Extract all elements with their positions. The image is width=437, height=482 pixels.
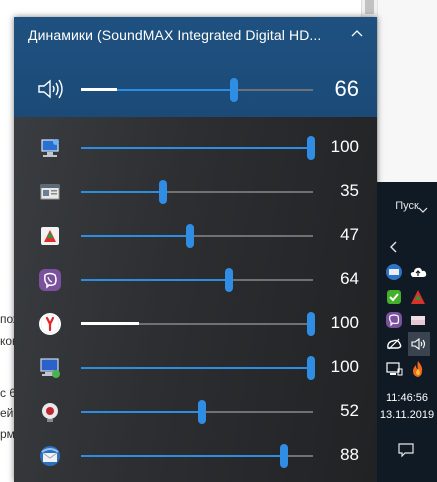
device-name: Динамики (SoundMAX Integrated Digital HD… <box>28 27 322 43</box>
app-volume-row: 100 <box>14 302 377 346</box>
slider-fill <box>81 235 188 237</box>
viber-tray-icon[interactable] <box>384 310 404 330</box>
slider-thumb[interactable] <box>230 78 238 102</box>
adobe-acrobat-tray-icon[interactable] <box>408 287 428 307</box>
scrollbar-thumb[interactable] <box>365 0 374 14</box>
slider-fill <box>81 147 309 149</box>
slider-thumb[interactable] <box>307 312 315 336</box>
taskbar-tray: Пуск 11:46:56 13.11.2019 <box>377 182 437 482</box>
app-volume-value: 35 <box>340 181 359 200</box>
device-selector[interactable]: Динамики (SoundMAX Integrated Digital HD… <box>14 17 377 53</box>
network-monitor-icon[interactable] <box>384 359 404 379</box>
app-volume-slider[interactable] <box>81 180 313 204</box>
clock-time[interactable]: 11:46:56 <box>377 392 437 404</box>
slider-fill <box>81 367 309 369</box>
record-app-icon <box>42 403 58 422</box>
master-volume-row: 66 <box>14 63 377 117</box>
app-volume-row: 88 <box>14 434 377 478</box>
app-volume-row: 52 <box>14 390 377 434</box>
flame-icon[interactable] <box>408 359 428 379</box>
app-volume-value: 52 <box>340 401 359 420</box>
slider-fill <box>81 191 161 193</box>
app-volume-value: 100 <box>330 313 359 332</box>
slider-fill <box>81 455 282 457</box>
slider-fill-range <box>139 323 309 325</box>
app-volume-slider[interactable] <box>81 136 315 160</box>
window-app-icon <box>40 184 60 200</box>
master-volume-slider[interactable] <box>81 78 313 102</box>
background-text: ей <box>0 406 14 420</box>
slider-thumb[interactable] <box>186 224 194 248</box>
yandex-browser-icon <box>39 313 61 335</box>
cloud-upload-icon[interactable] <box>408 262 428 282</box>
chevron-down-icon <box>418 207 428 213</box>
clock-date[interactable]: 13.11.2019 <box>377 409 437 421</box>
chevron-up-icon <box>351 30 363 37</box>
mixer-header: Динамики (SoundMAX Integrated Digital HD… <box>14 17 377 117</box>
app-volume-row: 35 <box>14 170 377 214</box>
app-volume-row: 100 <box>14 126 377 170</box>
check-shield-icon[interactable] <box>384 287 404 307</box>
computer-network-icon <box>41 139 59 157</box>
cloud-sync-icon[interactable] <box>384 334 404 354</box>
slider-fill <box>81 279 227 281</box>
app-volume-slider[interactable] <box>81 224 313 248</box>
app-volume-row: 64 <box>14 258 377 302</box>
network-globe-icon[interactable] <box>384 262 404 282</box>
app-volume-value: 64 <box>340 269 359 288</box>
app-volume-slider[interactable] <box>81 268 313 292</box>
slider-fill <box>81 411 200 413</box>
background-text: рм <box>0 427 15 441</box>
slider-thumb[interactable] <box>307 136 315 160</box>
master-volume-value: 66 <box>334 76 359 101</box>
thunderbird-icon <box>40 446 60 466</box>
speaker-icon <box>411 337 426 351</box>
volume-mixer-flyout: Динамики (SoundMAX Integrated Digital HD… <box>14 17 377 482</box>
speaker-icon[interactable] <box>36 77 64 101</box>
app-volume-slider[interactable] <box>81 400 313 424</box>
slider-thumb[interactable] <box>307 356 315 380</box>
app-volume-value: 100 <box>330 137 359 156</box>
app-volume-slider[interactable] <box>81 444 313 468</box>
slider-fill-range <box>117 89 234 91</box>
app-volume-row: 100 <box>14 346 377 390</box>
slider-thumb[interactable] <box>159 180 167 204</box>
slider-fill <box>81 88 117 91</box>
slider-thumb[interactable] <box>198 400 206 424</box>
notification-center-icon[interactable] <box>397 442 415 458</box>
volume-tray-button[interactable] <box>408 332 430 356</box>
slider-thumb[interactable] <box>280 444 288 468</box>
keyboard-layout-icon[interactable] <box>408 310 428 330</box>
app-volume-value: 100 <box>330 357 359 376</box>
viber-icon <box>39 269 61 291</box>
slider-fill <box>81 322 139 325</box>
chevron-left-icon[interactable] <box>387 240 401 254</box>
adobe-acrobat-icon <box>41 227 59 245</box>
slider-thumb[interactable] <box>225 268 233 292</box>
background-side-panel <box>377 0 437 182</box>
app-volume-value: 88 <box>340 445 359 464</box>
app-volume-value: 47 <box>340 225 359 244</box>
app-volume-slider[interactable] <box>81 312 315 336</box>
app-volume-row: 47 <box>14 214 377 258</box>
system-sounds-icon <box>40 358 60 378</box>
app-volume-slider[interactable] <box>81 356 315 380</box>
